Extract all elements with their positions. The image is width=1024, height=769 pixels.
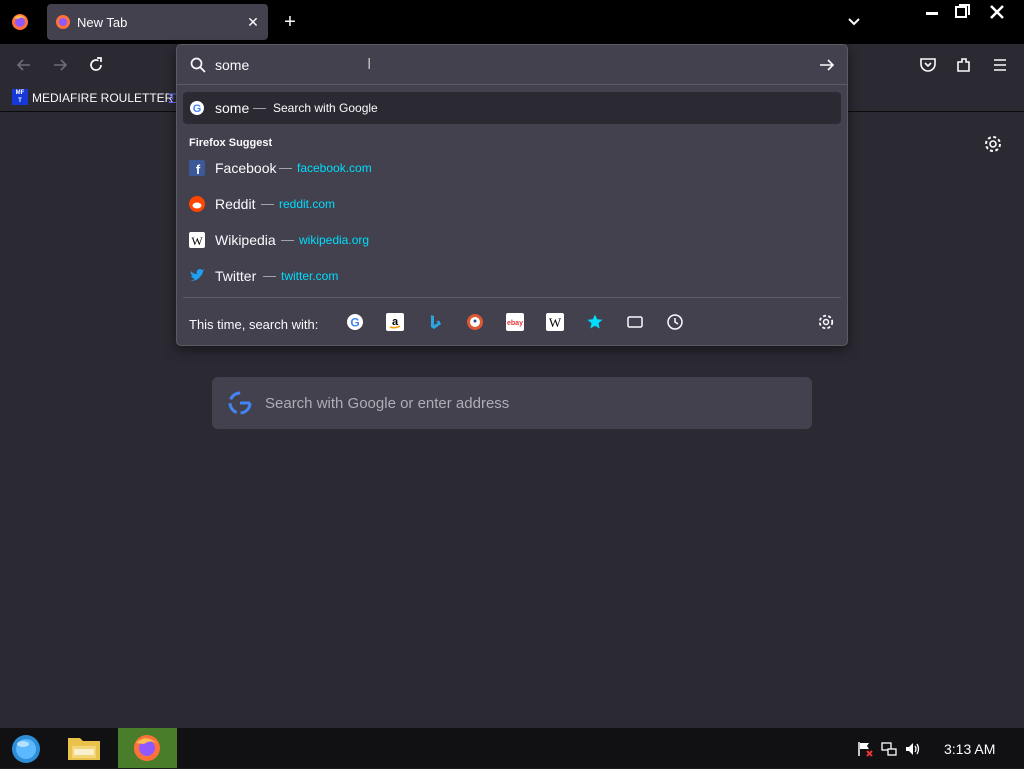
row-separator: — bbox=[279, 160, 292, 175]
taskbar: 3:13 AM bbox=[0, 728, 1024, 768]
forward-arrow-icon[interactable] bbox=[50, 55, 70, 75]
google-icon: G bbox=[189, 100, 205, 116]
reload-icon[interactable] bbox=[86, 55, 106, 75]
suggestion-url: twitter.com bbox=[281, 269, 339, 283]
heuristic-title: some bbox=[215, 100, 250, 116]
close-tab-icon[interactable]: ✕ bbox=[243, 12, 263, 32]
ebay-icon[interactable]: ebay bbox=[506, 313, 524, 331]
action-center-flag-icon[interactable] bbox=[856, 740, 874, 758]
suggestion-url: reddit.com bbox=[279, 197, 336, 211]
extensions-icon[interactable] bbox=[954, 55, 974, 75]
suggestion-title: Twitter bbox=[215, 268, 257, 284]
network-icon[interactable] bbox=[880, 740, 898, 758]
svg-text:G: G bbox=[350, 316, 359, 330]
suggestion-wikipedia[interactable]: W Wikipedia — wikipedia.org bbox=[183, 223, 841, 257]
close-window-icon[interactable] bbox=[987, 2, 1007, 22]
facebook-icon: f bbox=[189, 160, 205, 177]
duckduckgo-icon[interactable] bbox=[466, 313, 484, 331]
twitter-icon bbox=[189, 268, 205, 284]
firefox-icon bbox=[134, 735, 160, 761]
tab-title: New Tab bbox=[77, 15, 128, 30]
firefox-view-icon[interactable] bbox=[10, 12, 30, 32]
svg-text:a: a bbox=[392, 316, 399, 328]
heuristic-search-result[interactable]: G some — Search with Google bbox=[183, 92, 841, 124]
back-arrow-icon[interactable] bbox=[14, 55, 34, 75]
history-icon[interactable] bbox=[666, 313, 684, 331]
mediafire-icon: MF T bbox=[12, 89, 28, 105]
svg-text:f: f bbox=[196, 162, 201, 176]
row-separator: — bbox=[261, 196, 274, 211]
svg-text:W: W bbox=[549, 315, 562, 330]
volume-icon[interactable] bbox=[904, 740, 922, 758]
urlbar-dropdown: some I G some — Search with Google Firef… bbox=[176, 44, 848, 346]
suggestion-title: Reddit bbox=[215, 196, 256, 212]
divider bbox=[183, 297, 841, 298]
wikipedia-icon[interactable]: W bbox=[546, 313, 564, 331]
svg-text:ebay: ebay bbox=[507, 320, 523, 327]
suggestion-url: facebook.com bbox=[297, 161, 372, 175]
suggestion-title: Wikipedia bbox=[215, 232, 276, 248]
bookmarks-star-icon[interactable] bbox=[586, 313, 604, 331]
tab-new-tab[interactable]: New Tab ✕ bbox=[47, 4, 268, 40]
start-menu-icon[interactable] bbox=[8, 732, 44, 764]
gear-icon[interactable] bbox=[817, 313, 835, 331]
taskbar-clock[interactable]: 3:13 AM bbox=[944, 741, 995, 757]
google-icon[interactable]: G bbox=[346, 313, 364, 331]
text-cursor-icon: I bbox=[367, 56, 372, 73]
search-icon bbox=[189, 56, 207, 74]
suggestion-url: wikipedia.org bbox=[299, 233, 370, 247]
chevron-down-icon[interactable] bbox=[844, 12, 864, 32]
heuristic-action: Search with Google bbox=[273, 101, 378, 115]
urlbar-input-row[interactable]: some I bbox=[177, 45, 847, 85]
minimize-window-icon[interactable] bbox=[922, 2, 942, 22]
search-placeholder: Search with Google or enter address bbox=[265, 395, 510, 412]
tabs-icon[interactable] bbox=[626, 313, 644, 331]
suggestion-reddit[interactable]: Reddit — reddit.com bbox=[183, 187, 841, 221]
google-icon bbox=[228, 391, 252, 415]
gear-icon[interactable] bbox=[983, 134, 1003, 154]
firefox-icon bbox=[55, 14, 71, 30]
amazon-icon[interactable]: a bbox=[386, 313, 404, 331]
file-manager-icon[interactable] bbox=[66, 732, 102, 764]
row-separator: — bbox=[263, 268, 276, 283]
firefox-taskbar-button[interactable] bbox=[118, 728, 177, 768]
suggestion-facebook[interactable]: f Facebook — facebook.com bbox=[183, 151, 841, 185]
urlbar-input[interactable]: some bbox=[215, 57, 249, 73]
row-separator: — bbox=[281, 232, 294, 247]
one-off-search-label: This time, search with: bbox=[189, 317, 319, 332]
row-separator: — bbox=[253, 100, 266, 115]
go-arrow-icon[interactable] bbox=[817, 55, 837, 75]
reddit-icon bbox=[189, 196, 205, 212]
bookmark-mediafire-rouletter[interactable]: MEDIAFIRE ROULETTER bbox=[32, 91, 173, 105]
suggestion-title: Facebook bbox=[215, 160, 277, 176]
wikipedia-icon: W bbox=[189, 232, 205, 248]
svg-text:W: W bbox=[191, 234, 203, 248]
newtab-search-box[interactable]: Search with Google or enter address bbox=[212, 377, 812, 429]
firefox-suggest-label: Firefox Suggest bbox=[189, 137, 273, 149]
hamburger-menu-icon[interactable] bbox=[990, 55, 1010, 75]
bing-icon[interactable] bbox=[426, 313, 444, 331]
suggestion-twitter[interactable]: Twitter — twitter.com bbox=[183, 259, 841, 293]
pocket-icon[interactable] bbox=[918, 55, 938, 75]
restore-window-icon[interactable] bbox=[952, 2, 972, 22]
svg-text:G: G bbox=[193, 103, 202, 115]
title-bar: New Tab ✕ + bbox=[0, 0, 1024, 44]
new-tab-button[interactable]: + bbox=[280, 12, 300, 32]
